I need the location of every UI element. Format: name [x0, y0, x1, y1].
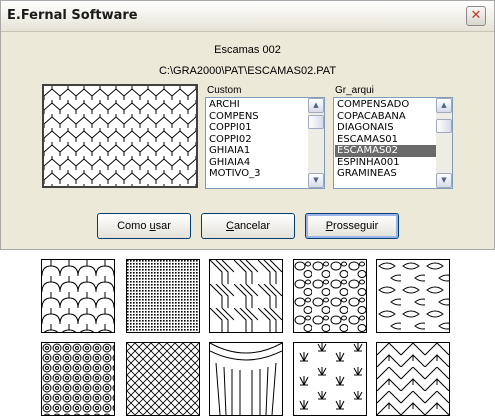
arch-stripe-pattern	[209, 342, 283, 416]
circle-grid-pattern	[41, 342, 115, 416]
custom-list-item[interactable]: COPPI01	[207, 122, 308, 134]
continue-label-post: rosseguir	[333, 220, 379, 232]
gr-list-items: COMPENSADO COPACABANA DIAGONAIS ESCAMAS01 ES…	[335, 99, 436, 180]
preview-pattern-svg	[44, 86, 196, 186]
cancel-label-post: ancelar	[233, 220, 271, 232]
chevron-up-icon: ▲	[441, 101, 447, 109]
gr-list-item[interactable]: DIAGONAIS	[335, 122, 436, 134]
chevron-stripe-pattern	[209, 259, 283, 333]
custom-list-items: ARCHI COMPENS COPPI01 COPPI02 GHIAIA1 GHIAIA4…	[207, 99, 308, 180]
gr-list-item[interactable]: ESPINHA001	[335, 157, 436, 169]
pattern-samples	[0, 250, 495, 418]
custom-list-item[interactable]: GHIAIA4	[207, 157, 308, 169]
zigzag-brick-pattern	[376, 342, 450, 416]
gr-scrollbar[interactable]: ▲ ▼	[436, 98, 452, 188]
how-to-use-label-post: sar	[155, 220, 171, 232]
custom-list-item[interactable]: COMPENS	[207, 111, 308, 123]
how-to-use-label-pre: Como	[117, 220, 150, 232]
window-title: E.Fernal Software	[7, 8, 138, 23]
fish-scale-pattern	[41, 259, 115, 333]
title-bar: E.Fernal Software ✕	[1, 1, 494, 32]
custom-scroll-down-button[interactable]: ▼	[308, 173, 324, 188]
chevron-up-icon: ▲	[313, 101, 319, 109]
chevron-down-icon: ▼	[441, 176, 447, 184]
custom-list-item[interactable]: COPPI02	[207, 134, 308, 146]
custom-scroll-thumb[interactable]	[308, 115, 324, 129]
stone-pattern	[293, 259, 367, 333]
leaf-pattern	[376, 259, 450, 333]
continue-button[interactable]: Prosseguir	[305, 213, 399, 239]
close-icon[interactable]: ✕	[467, 7, 485, 25]
gr-list-item[interactable]: ESCAMAS01	[335, 134, 436, 146]
gr-list-item[interactable]: COPACABANA	[335, 111, 436, 123]
cancel-button[interactable]: Cancelar	[201, 213, 295, 239]
gr-list-item[interactable]: COMPENSADO	[335, 99, 436, 111]
how-to-use-button[interactable]: Como usar	[97, 213, 191, 239]
continue-label-mnemonic: P	[325, 220, 334, 232]
custom-scroll-up-button[interactable]: ▲	[308, 98, 324, 113]
custom-list-item[interactable]: GHIAIA1	[207, 145, 308, 157]
gr-scroll-down-button[interactable]: ▼	[436, 173, 452, 188]
custom-scrollbar[interactable]: ▲ ▼	[308, 98, 324, 188]
cancel-label-mnemonic: C	[225, 220, 234, 232]
custom-list-label: Custom	[207, 85, 242, 96]
grass-pattern	[293, 342, 367, 416]
gr-list-item[interactable]: GRAMINEAS	[335, 168, 436, 180]
chevron-down-icon: ▼	[313, 176, 319, 184]
custom-list-item[interactable]: MOTIVO_3	[207, 168, 308, 180]
pattern-name: Escamas 002	[214, 44, 281, 56]
gr-listbox[interactable]: COMPENSADO COPACABANA DIAGONAIS ESCAMAS01 ES…	[333, 97, 453, 189]
gr-scroll-thumb[interactable]	[436, 119, 452, 133]
pattern-preview	[42, 84, 198, 188]
pattern-path: C:\GRA2000\PAT\ESCAMAS02.PAT	[158, 65, 337, 77]
diamond-lattice-pattern	[126, 342, 200, 416]
dense-dot-pattern	[126, 259, 200, 333]
dialog-window: E.Fernal Software ✕ Escamas 002 C:\GRA20…	[0, 0, 495, 250]
gr-scroll-up-button[interactable]: ▲	[436, 98, 452, 113]
custom-listbox[interactable]: ARCHI COMPENS COPPI01 COPPI02 GHIAIA1 GHIAIA4…	[205, 97, 325, 189]
gr-list-label: Gr_arqui	[335, 85, 374, 96]
custom-list-item[interactable]: ARCHI	[207, 99, 308, 111]
gr-list-item[interactable]: ESCAMAS02	[335, 145, 436, 157]
close-button[interactable]: ✕	[466, 6, 486, 26]
